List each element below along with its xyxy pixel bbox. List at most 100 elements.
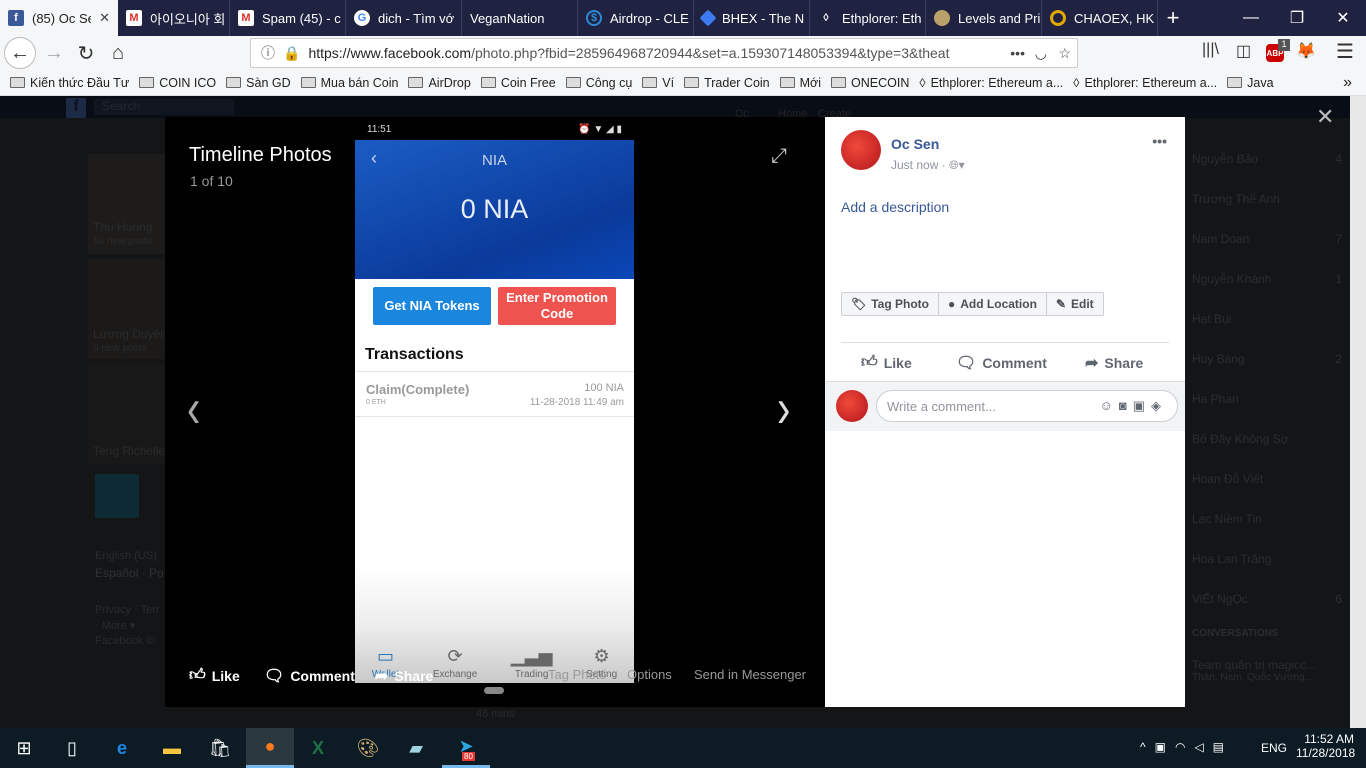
search-input[interactable]: Search — [94, 99, 234, 115]
bookmark-folder[interactable]: Mua bán Coin — [300, 76, 398, 90]
home-button[interactable]: ⌂ — [106, 39, 130, 67]
start-button[interactable]: ⊞ — [0, 728, 48, 768]
bookmark-folder[interactable]: AirDrop — [408, 76, 471, 90]
previous-photo-icon[interactable]: ‹ — [187, 378, 200, 441]
tab-chaoex[interactable]: CHAOEX, HK — [1042, 0, 1158, 36]
tab-ethplorer[interactable]: ◊ Ethplorer: Eth — [810, 0, 926, 36]
tab-gmail-spam[interactable]: M Spam (45) - c — [230, 0, 346, 36]
contact-item[interactable]: Bố Đây Không Sợ — [1192, 432, 1342, 446]
bookmark-folder[interactable]: Coin Free — [480, 76, 556, 90]
panel-comment-button[interactable]: 🗨︎ Comment — [956, 353, 1047, 373]
bookmark-folder[interactable]: COIN ICO — [139, 76, 216, 90]
next-photo-icon[interactable]: › — [777, 378, 790, 441]
contact-item[interactable]: Nguyễn Khánh 1 — [1192, 272, 1342, 286]
comment-attachment-icons[interactable]: ☺◙▣◈ — [1100, 398, 1167, 414]
bookmark-folder[interactable]: Ví — [642, 76, 674, 90]
bookmark-folder[interactable]: Mới — [779, 76, 821, 90]
comment-input[interactable]: Write a comment... ☺◙▣◈ — [876, 390, 1178, 422]
paint-icon[interactable]: 🎨︎ — [344, 728, 392, 768]
new-tab-button[interactable]: + — [1150, 0, 1196, 36]
like-button[interactable]: 👍︎ Like — [189, 666, 240, 685]
page-scrollbar[interactable] — [1350, 96, 1366, 728]
language-link[interactable]: English (US) — [95, 550, 157, 562]
panel-like-button[interactable]: 👍︎ Like — [861, 353, 912, 372]
telegram-icon[interactable]: ➤ — [442, 728, 490, 768]
story-card[interactable]: Thu Huong 10 new posts — [88, 154, 168, 254]
story-card[interactable]: Lương Duyên 6 new posts — [88, 259, 168, 359]
add-location-button[interactable]: ● Add Location — [939, 293, 1047, 315]
tag-photo-button[interactable]: 🏷︎ Tag Photo — [842, 293, 940, 315]
edge-icon[interactable]: e — [98, 728, 146, 768]
firefox-icon[interactable]: ● — [246, 728, 294, 768]
tab-gmail-1[interactable]: M 아이오니아 회 — [118, 0, 230, 36]
sidebar-icon[interactable]: ◫ — [1236, 41, 1251, 61]
contact-item[interactable]: Lạc Niềm Tin — [1192, 512, 1342, 526]
contact-item[interactable]: Hoan Đỗ Viết — [1192, 472, 1342, 486]
language-indicator[interactable]: ENG — [1261, 741, 1287, 755]
add-description-link[interactable]: Add a description — [841, 199, 949, 215]
close-tab-icon[interactable]: ✕ — [99, 10, 110, 26]
clock[interactable]: 11:52 AM 11/28/2018 — [1296, 732, 1355, 760]
tab-facebook[interactable]: f(85) Oc Sen✕ — [0, 0, 118, 36]
options-link[interactable]: Options — [627, 667, 672, 682]
app-icon[interactable]: ▰ — [392, 728, 440, 768]
tab-airdrop[interactable]: $ Airdrop - CLE — [578, 0, 694, 36]
contact-item[interactable]: Nguyễn Bảo 4 — [1192, 152, 1342, 166]
fullscreen-icon[interactable]: ⤢ — [771, 145, 787, 168]
album-title[interactable]: Timeline Photos — [189, 144, 332, 167]
bookmark-folder[interactable]: Java — [1227, 76, 1274, 90]
footer-link[interactable]: · More ▾ — [95, 619, 135, 632]
bookmark-link[interactable]: ◊ Ethplorer: Ethereum a... — [919, 76, 1063, 90]
maximize-button[interactable]: ❐ — [1274, 0, 1320, 36]
back-button[interactable]: ← — [4, 37, 36, 69]
pocket-icon[interactable]: ◡ — [1035, 45, 1047, 62]
tray-icons[interactable]: ^▣◠◁▤ — [1140, 740, 1233, 754]
library-icon[interactable]: |||\ — [1202, 41, 1219, 59]
menu-icon[interactable]: ☰ — [1336, 39, 1354, 64]
url-bar[interactable]: ⓘ 🔒 https://www.facebook.com/photo.php?f… — [250, 38, 1078, 68]
reload-button[interactable]: ↻ — [74, 39, 98, 67]
language-link[interactable]: Español · Po — [95, 566, 164, 580]
tab-google[interactable]: Gdich - Tìm vớ — [346, 0, 462, 36]
contact-item[interactable]: Nam Doan 7 — [1192, 232, 1342, 246]
page-actions-icon[interactable]: ••• — [1010, 45, 1025, 61]
close-theater-icon[interactable]: ✕ — [1316, 104, 1334, 130]
file-explorer-icon[interactable]: ▬ — [148, 728, 196, 768]
more-options-icon[interactable]: ••• — [1152, 133, 1167, 149]
contact-item[interactable]: Hoa Lan Trắng — [1192, 552, 1342, 566]
globe-icon[interactable]: 🌐︎▾ — [949, 158, 965, 172]
bookmark-folder[interactable]: Công cụ — [565, 76, 632, 90]
edit-button[interactable]: ✎ Edit — [1047, 293, 1103, 315]
comment-button[interactable]: 🗨︎ Comment — [264, 666, 355, 686]
contact-item[interactable]: ViẾt NgỌc 6 — [1192, 592, 1342, 606]
contact-item[interactable]: Huy Bàng 2 — [1192, 352, 1342, 366]
forward-button[interactable]: → — [42, 39, 66, 67]
contact-item[interactable]: Ha Phan — [1192, 392, 1342, 406]
group-conversation[interactable]: Team quản trị magicc... Thân, Nam, Quốc V… — [1192, 658, 1342, 683]
footer-link[interactable]: Privacy · Terr — [95, 604, 160, 616]
bookmark-folder[interactable]: ONECOIN — [831, 76, 909, 90]
info-icon[interactable]: ⓘ — [261, 43, 275, 63]
bookmark-folder[interactable]: Kiến thức Đầu Tư — [10, 76, 129, 90]
panel-share-button[interactable]: ➦ Share — [1085, 353, 1143, 373]
minimize-button[interactable]: — — [1228, 0, 1274, 36]
share-button[interactable]: ➦ Share — [375, 666, 433, 686]
bookmark-folder[interactable]: Sàn GD — [226, 76, 291, 90]
tab-bhex[interactable]: BHEX - The N — [694, 0, 810, 36]
tab-vegannation[interactable]: VeganNation — [462, 0, 578, 36]
tag-photo-link[interactable]: Tag Photo — [548, 667, 607, 682]
story-card[interactable]: Teng Richelle — [88, 364, 168, 464]
contact-item[interactable]: Trương Thế Anh — [1192, 192, 1342, 206]
bookmark-folder[interactable]: Trader Coin — [684, 76, 770, 90]
bookmark-link[interactable]: ◊ Ethplorer: Ethereum a... — [1073, 76, 1217, 90]
excel-icon[interactable]: X — [294, 728, 342, 768]
store-icon[interactable]: 🛍︎ — [196, 728, 244, 768]
send-in-messenger-link[interactable]: Send in Messenger — [694, 667, 806, 682]
tab-levels[interactable]: Levels and Pri — [926, 0, 1042, 36]
task-view-icon[interactable]: ▯ — [48, 728, 96, 768]
facebook-logo-icon[interactable]: f — [66, 98, 86, 118]
contact-item[interactable]: Hạt Bụi — [1192, 312, 1342, 326]
bookmarks-overflow-icon[interactable]: » — [1343, 74, 1352, 92]
close-window-button[interactable]: ✕ — [1320, 0, 1366, 36]
author-avatar[interactable] — [841, 130, 881, 170]
